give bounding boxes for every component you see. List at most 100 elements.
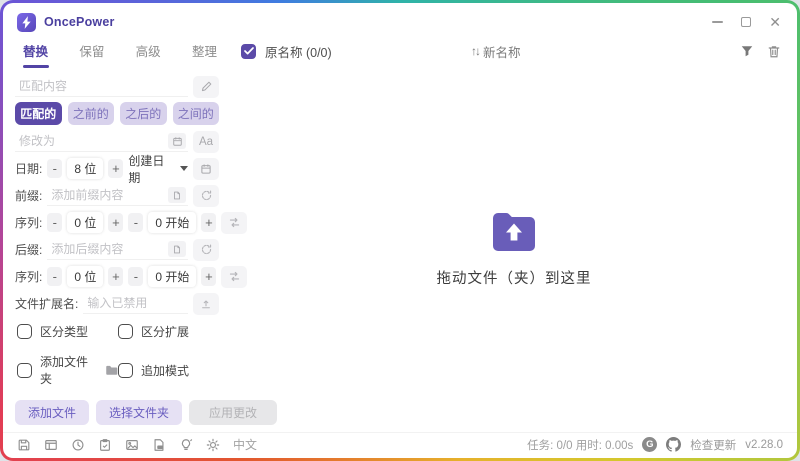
checkbox-icon[interactable] — [17, 324, 32, 339]
suffix-row: 后缀: — [15, 238, 219, 261]
add-files-button[interactable]: 添加文件 — [15, 400, 90, 425]
image-icon[interactable] — [125, 438, 139, 452]
statusbar-right: 任务: 0/0 用时: 0.00s G 检查更新 v2.28.0 — [527, 437, 783, 453]
match-input[interactable] — [15, 76, 188, 97]
status-bar: 中文 任务: 0/0 用时: 0.00s G 检查更新 v2.28.0 — [3, 432, 797, 458]
prefix-seq-digits-plus-button[interactable]: + — [108, 213, 124, 232]
suffix-label: 后缀: — [15, 243, 43, 257]
original-name-header[interactable]: 原名称 (0/0) — [265, 42, 332, 61]
prefix-seq-start-plus-button[interactable]: + — [201, 213, 217, 232]
prefix-row: 前缀: — [15, 184, 219, 207]
prefix-seq-label: 序列: — [15, 216, 43, 230]
filter-icon[interactable] — [740, 44, 754, 58]
file-icon[interactable] — [168, 241, 186, 257]
task-info: 任务: 0/0 用时: 0.00s — [527, 439, 634, 452]
select-all-checkbox[interactable] — [241, 43, 256, 59]
edit-icon[interactable] — [193, 75, 219, 98]
maximize-icon[interactable] — [741, 17, 752, 27]
suffix-seq-label: 序列: — [15, 270, 43, 284]
prefix-refresh-icon[interactable] — [193, 184, 219, 207]
version-label: v2.28.0 — [745, 438, 783, 451]
app-window: OncePower ✕ 替换 保留 高级 整理 原名称 (0/0) ↑↓ 新名称 — [0, 0, 800, 461]
mode-after-button[interactable]: 之后的 — [120, 102, 167, 125]
layout-icon[interactable] — [44, 438, 58, 452]
date-digits-plus-button[interactable]: + — [108, 159, 124, 178]
option-distinguish-extension[interactable]: 区分扩展 — [118, 323, 219, 340]
match-row — [15, 75, 219, 98]
suffix-input[interactable] — [47, 239, 168, 259]
file-icon[interactable] — [168, 187, 186, 203]
minimize-icon[interactable] — [712, 21, 724, 23]
title-bar: OncePower ✕ — [3, 3, 797, 33]
language-switcher[interactable]: 中文 — [233, 436, 257, 453]
mode-matched-button[interactable]: 匹配的 — [15, 102, 62, 125]
checkbox-icon[interactable] — [118, 362, 133, 378]
new-name-header-group[interactable]: ↑↓ 新名称 — [471, 42, 521, 61]
tab-advanced[interactable]: 高级 — [136, 41, 161, 62]
extension-label: 文件扩展名: — [15, 297, 79, 311]
close-icon[interactable]: ✕ — [769, 15, 781, 29]
check-update-link[interactable]: 检查更新 — [690, 437, 736, 453]
tab-bar: 替换 保留 高级 整理 — [3, 41, 231, 62]
checkbox-icon[interactable] — [17, 362, 32, 378]
mode-before-button[interactable]: 之前的 — [67, 102, 114, 125]
checkbox-icon[interactable] — [118, 324, 133, 339]
history-icon[interactable] — [71, 438, 85, 452]
date-row: 日期: - 8 位 + 创建日期 — [15, 154, 219, 185]
new-name-header: 新名称 — [483, 45, 521, 60]
tab-replace[interactable]: 替换 — [23, 41, 48, 62]
prefix-seq-digits-minus-button[interactable]: - — [47, 213, 63, 232]
choose-folder-button[interactable]: 选择文件夹 — [96, 400, 183, 425]
option-add-folder[interactable]: 添加文件夹 — [17, 353, 118, 387]
file-list-header: 原名称 (0/0) ↑↓ 新名称 — [231, 42, 797, 61]
option-append-mode[interactable]: 追加模式 — [118, 353, 219, 387]
extension-export-icon[interactable] — [193, 292, 219, 315]
file-info-icon[interactable] — [152, 438, 166, 452]
tab-keep[interactable]: 保留 — [79, 41, 104, 62]
github-icon[interactable] — [666, 437, 682, 452]
date-label: 日期: — [15, 162, 43, 176]
app-title: OncePower — [44, 15, 115, 29]
chevron-down-icon — [180, 166, 188, 171]
mode-between-button[interactable]: 之间的 — [172, 102, 219, 125]
suffix-sequence-row: 序列: - 0 位 + - 0 开始 + — [15, 265, 248, 288]
lamp-icon[interactable] — [179, 438, 193, 452]
replace-input[interactable] — [15, 131, 168, 151]
suffix-seq-digits-plus-button[interactable]: + — [108, 267, 124, 286]
prefix-label: 前缀: — [15, 189, 43, 203]
prefix-seq-start-minus-button[interactable]: - — [128, 213, 144, 232]
gitee-icon[interactable]: G — [642, 437, 658, 452]
dropzone-text: 拖动文件（夹）到这里 — [436, 271, 592, 287]
case-toggle-button[interactable]: Aa — [193, 130, 219, 153]
date-digits-value: 8 位 — [67, 158, 104, 179]
suffix-seq-start-minus-button[interactable]: - — [128, 267, 144, 286]
prefix-sequence-row: 序列: - 0 位 + - 0 开始 + — [15, 211, 248, 234]
suffix-seq-start-plus-button[interactable]: + — [201, 267, 217, 286]
sort-icon[interactable]: ↑↓ — [471, 44, 481, 58]
calendar-icon[interactable] — [168, 133, 186, 149]
rename-form-panel: 匹配的 之前的 之后的 之间的 Aa 日期: - 8 位 + — [3, 65, 278, 432]
save-icon[interactable] — [17, 438, 31, 452]
trash-icon[interactable] — [767, 44, 781, 59]
tab-organize[interactable]: 整理 — [192, 41, 217, 62]
suffix-seq-start-value: 0 开始 — [148, 266, 197, 287]
date-source-select[interactable]: 创建日期 — [128, 152, 188, 186]
action-buttons: 添加文件 选择文件夹 应用更改 — [15, 400, 278, 425]
clipboard-icon[interactable] — [98, 438, 112, 452]
theme-sun-icon[interactable] — [206, 438, 220, 452]
option-distinguish-type[interactable]: 区分类型 — [17, 323, 118, 340]
prefix-seq-digits-value: 0 位 — [67, 212, 104, 233]
options-group: 区分类型 区分扩展 添加文件夹 追加模式 — [17, 323, 219, 387]
dropzone[interactable]: 拖动文件（夹）到这里 — [231, 65, 797, 432]
date-calendar-button[interactable] — [193, 157, 219, 180]
date-digits-minus-button[interactable]: - — [47, 159, 63, 178]
suffix-seq-digits-value: 0 位 — [67, 266, 104, 287]
extension-row: 文件扩展名: — [15, 292, 219, 315]
suffix-seq-digits-minus-button[interactable]: - — [47, 267, 63, 286]
main-content: 匹配的 之前的 之后的 之间的 Aa 日期: - 8 位 + — [3, 65, 797, 432]
prefix-input[interactable] — [47, 185, 168, 205]
folder-icon — [106, 365, 118, 375]
extension-input[interactable] — [83, 293, 188, 314]
suffix-refresh-icon[interactable] — [193, 238, 219, 261]
match-mode-group: 匹配的 之前的 之后的 之间的 — [15, 102, 219, 125]
